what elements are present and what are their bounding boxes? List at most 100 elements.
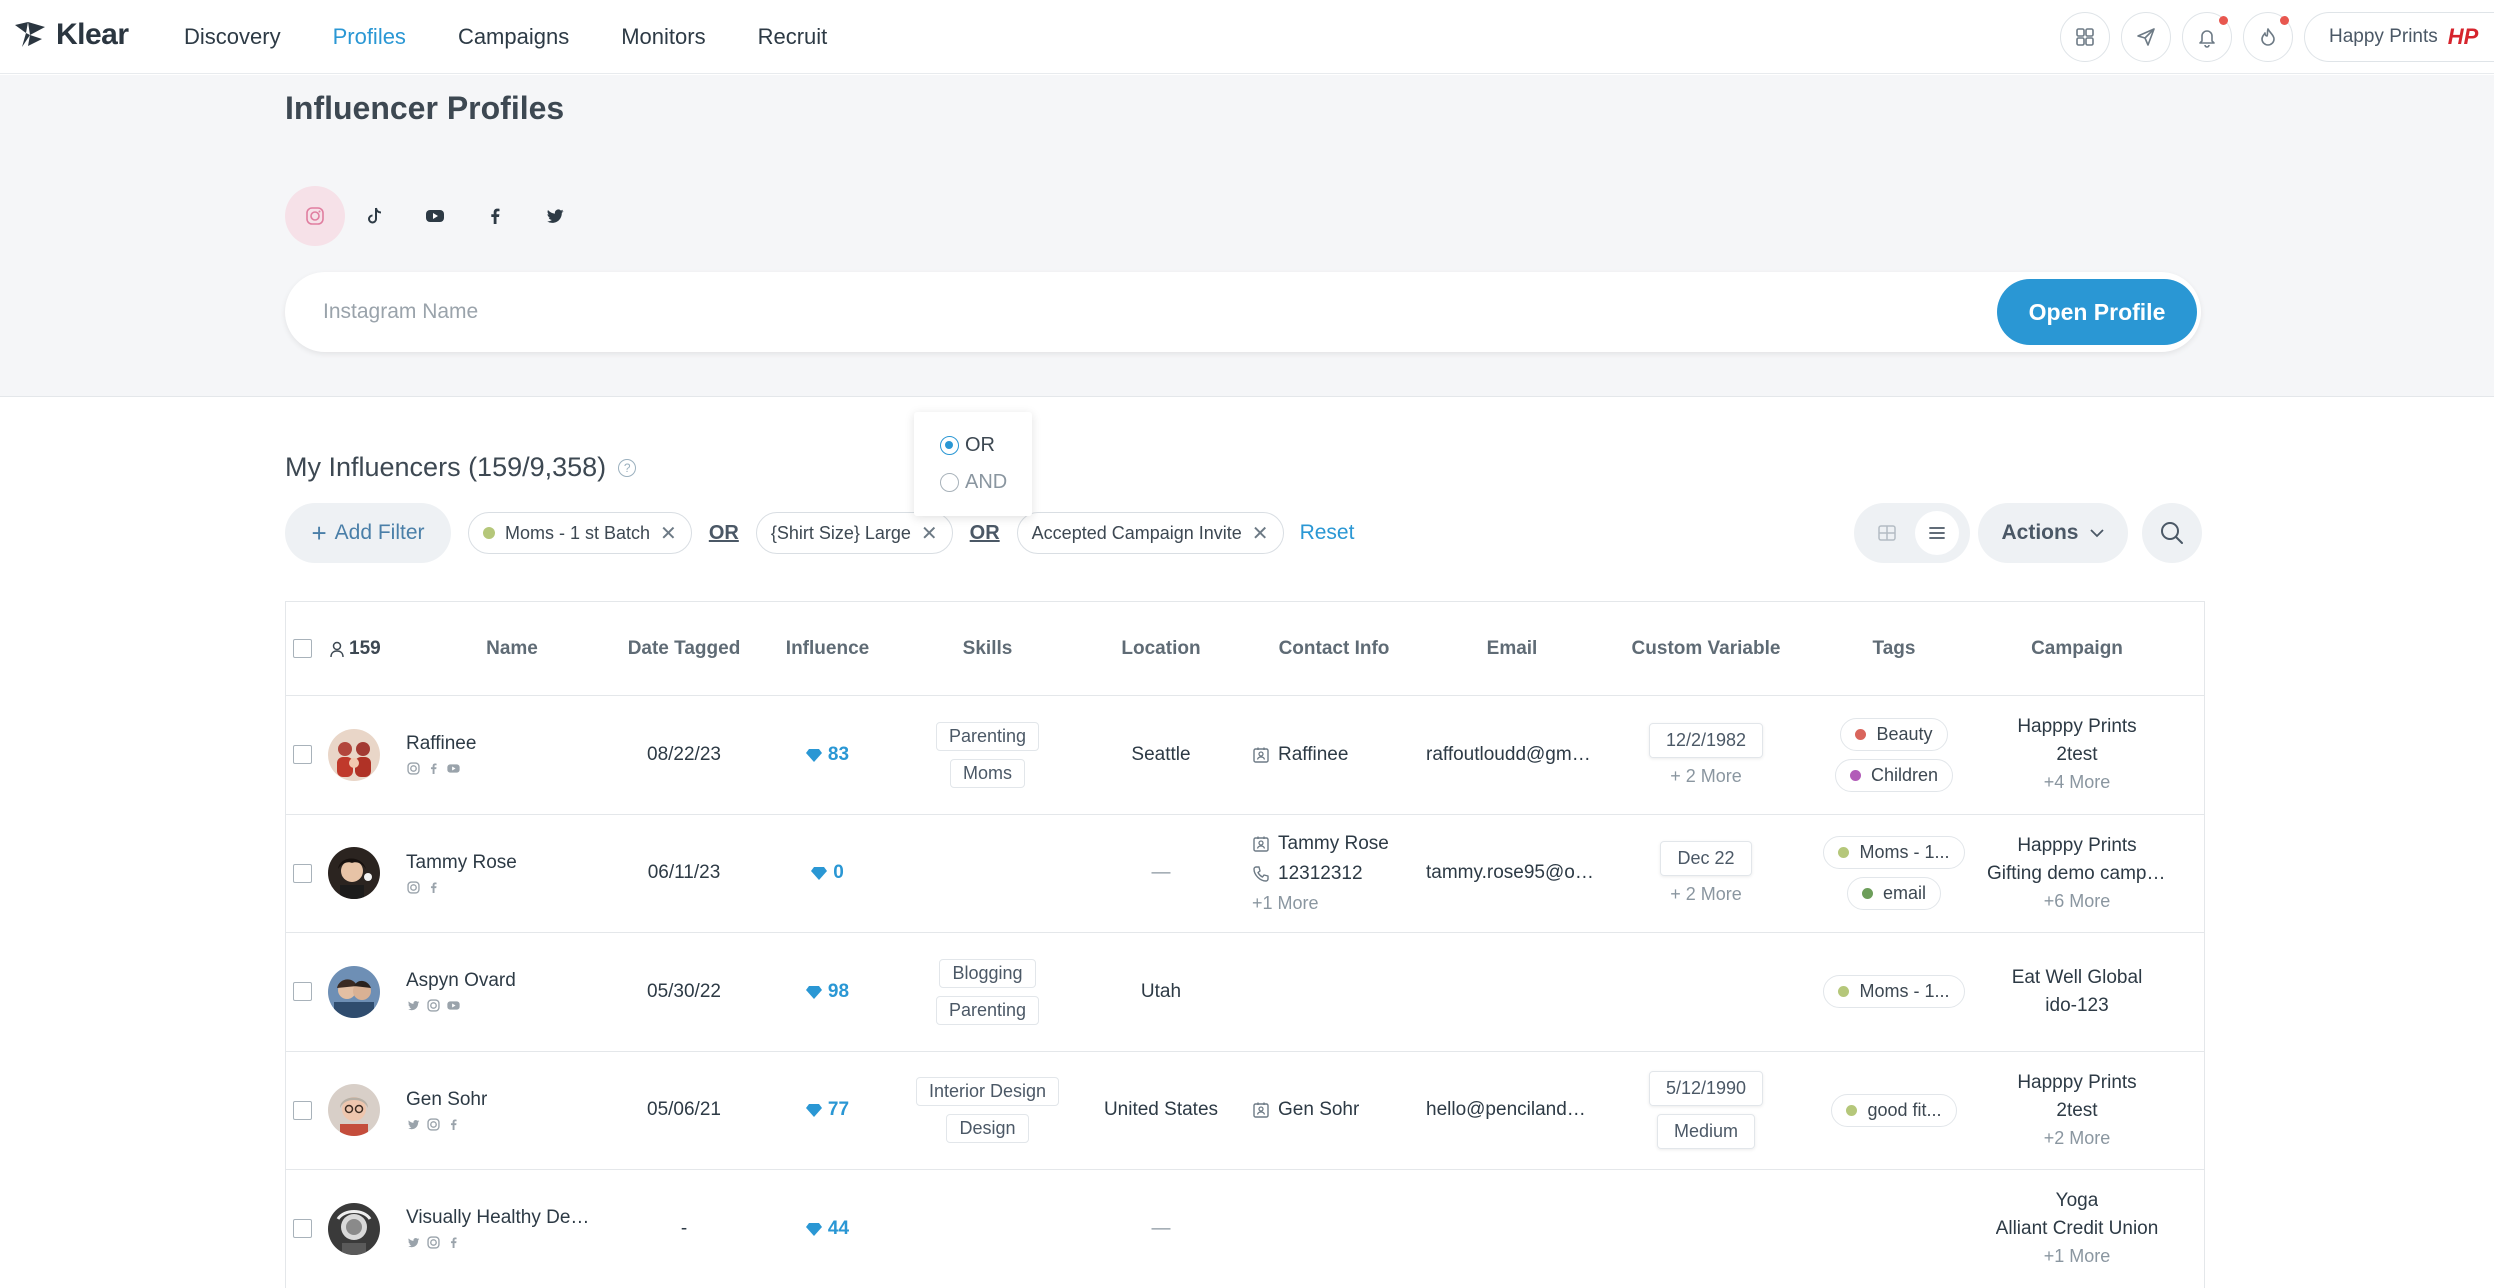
- open-profile-button[interactable]: Open Profile: [1997, 279, 2197, 345]
- campaign-name[interactable]: 2test: [2056, 744, 2097, 766]
- avatar[interactable]: [328, 1084, 380, 1137]
- table-row[interactable]: Visually Healthy Des... - 44 — Yoga Alli…: [286, 1170, 2204, 1288]
- select-all-cell: [286, 639, 318, 658]
- email[interactable]: hello@pencilandpa...: [1426, 1099, 1596, 1121]
- select-all-checkbox[interactable]: [292, 639, 312, 658]
- reset-filters-link[interactable]: Reset: [1300, 521, 1355, 545]
- tab-instagram[interactable]: [285, 186, 345, 246]
- email[interactable]: raffoutloudd@gma...: [1426, 744, 1596, 766]
- grid-view-button[interactable]: [1865, 511, 1909, 555]
- campaign-more[interactable]: +6 More: [2044, 891, 2111, 912]
- email[interactable]: tammy.rose95@ou...: [1426, 862, 1596, 884]
- column-header-name[interactable]: Name: [406, 638, 618, 660]
- influencer-name[interactable]: Raffinee: [406, 733, 476, 755]
- messages-button[interactable]: [2121, 12, 2171, 62]
- campaign-name[interactable]: Alliant Credit Union: [1996, 1218, 2159, 1240]
- row-checkbox[interactable]: [292, 1219, 312, 1239]
- filter-chip-shirt-size[interactable]: {Shirt Size} Large ✕: [755, 512, 953, 554]
- table-row[interactable]: Gen Sohr 05/06/21 77 Interior Design Des…: [286, 1052, 2204, 1170]
- row-checkbox[interactable]: [292, 1100, 312, 1120]
- column-header-contact[interactable]: Contact Info: [1252, 638, 1416, 660]
- column-header-tags[interactable]: Tags: [1804, 638, 1984, 660]
- apps-button[interactable]: [2060, 12, 2110, 62]
- contact-card-icon: [1253, 1102, 1269, 1118]
- campaign-name[interactable]: ido-123: [2045, 995, 2108, 1017]
- influencer-name[interactable]: Tammy Rose: [406, 852, 517, 874]
- nav-discovery[interactable]: Discovery: [184, 24, 281, 50]
- and-radio[interactable]: [940, 473, 959, 492]
- avatar[interactable]: [328, 1202, 380, 1255]
- notifications-button[interactable]: [2182, 12, 2232, 62]
- remove-filter-icon[interactable]: ✕: [660, 521, 677, 546]
- search-influencers-button[interactable]: [2142, 503, 2202, 563]
- tag-pill[interactable]: Children: [1834, 758, 1954, 792]
- logic-option-and[interactable]: AND: [940, 471, 1032, 494]
- column-header-campaign[interactable]: Campaign: [1984, 638, 2170, 660]
- table-row[interactable]: Tammy Rose 06/11/23 0 — Tammy Rose 12312…: [286, 815, 2204, 933]
- avatar[interactable]: [328, 847, 380, 900]
- column-header-location[interactable]: Location: [1070, 638, 1252, 660]
- table-row[interactable]: Raffinee 08/22/23 83 Parenting Moms Seat…: [286, 696, 2204, 815]
- row-checkbox[interactable]: [292, 982, 312, 1002]
- influencer-count: 159: [349, 637, 381, 659]
- campaign-name[interactable]: Happpy Prints: [2017, 716, 2136, 738]
- instagram-icon: [306, 207, 324, 225]
- row-checkbox[interactable]: [292, 745, 312, 765]
- campaign-name[interactable]: Eat Well Global: [2012, 967, 2143, 989]
- tab-facebook[interactable]: [465, 186, 525, 246]
- add-filter-button[interactable]: + Add Filter: [285, 503, 451, 563]
- influencer-name[interactable]: Visually Healthy Des...: [406, 1207, 591, 1229]
- filter-chip-moms-batch[interactable]: Moms - 1 st Batch ✕: [468, 512, 692, 554]
- campaign-more[interactable]: +4 More: [2044, 772, 2111, 793]
- remove-filter-icon[interactable]: ✕: [1252, 521, 1269, 546]
- send-icon: [2137, 28, 2155, 46]
- nav-profiles[interactable]: Profiles: [333, 24, 406, 50]
- nav-recruit[interactable]: Recruit: [758, 24, 828, 50]
- custom-variable-more[interactable]: + 2 More: [1670, 884, 1742, 905]
- tag-pill[interactable]: good fit...: [1831, 1093, 1957, 1127]
- campaign-name[interactable]: Happpy Prints: [2017, 835, 2136, 857]
- campaign-more[interactable]: +2 More: [2044, 1128, 2111, 1149]
- whats-new-button[interactable]: [2243, 12, 2293, 62]
- tag-pill[interactable]: Moms - 1...: [1823, 836, 1965, 870]
- column-header-influence[interactable]: Influence: [750, 638, 905, 660]
- column-header-skills[interactable]: Skills: [905, 638, 1070, 660]
- influencer-name[interactable]: Gen Sohr: [406, 1089, 487, 1111]
- campaign-name[interactable]: 2test: [2056, 1100, 2097, 1122]
- tab-tiktok[interactable]: [345, 186, 405, 246]
- filter-operator-toggle[interactable]: OR: [709, 522, 739, 545]
- nav-monitors[interactable]: Monitors: [621, 24, 705, 50]
- logic-option-or[interactable]: OR: [940, 434, 1032, 457]
- tab-twitter[interactable]: [525, 186, 585, 246]
- campaign-more[interactable]: +1 More: [2044, 1246, 2111, 1267]
- account-switcher[interactable]: Happy Prints HP: [2304, 12, 2494, 62]
- remove-filter-icon[interactable]: ✕: [921, 521, 938, 546]
- campaign-name[interactable]: Gifting demo campa...: [1987, 863, 2167, 885]
- custom-variable-more[interactable]: + 2 More: [1670, 766, 1742, 787]
- tag-pill[interactable]: Moms - 1...: [1823, 975, 1965, 1009]
- campaign-name[interactable]: Happpy Prints: [2017, 1072, 2136, 1094]
- actions-dropdown[interactable]: Actions: [1978, 503, 2128, 563]
- tag-pill[interactable]: Beauty: [1840, 717, 1948, 751]
- help-icon[interactable]: ?: [618, 458, 637, 477]
- nav-campaigns[interactable]: Campaigns: [458, 24, 569, 50]
- table-row[interactable]: Aspyn Ovard 05/30/22 98 Blogging Parenti…: [286, 933, 2204, 1052]
- avatar-image: [328, 965, 380, 1018]
- or-radio[interactable]: [940, 436, 959, 455]
- avatar[interactable]: [328, 728, 380, 781]
- column-header-email[interactable]: Email: [1416, 638, 1608, 660]
- list-view-button[interactable]: [1915, 511, 1959, 555]
- row-checkbox[interactable]: [292, 863, 312, 883]
- filter-chip-accepted-invite[interactable]: Accepted Campaign Invite ✕: [1016, 512, 1284, 554]
- contact-more[interactable]: +1 More: [1252, 893, 1319, 914]
- influencer-name[interactable]: Aspyn Ovard: [406, 970, 516, 992]
- tab-youtube[interactable]: [405, 186, 465, 246]
- column-header-date[interactable]: Date Tagged: [618, 638, 750, 660]
- avatar[interactable]: [328, 965, 380, 1018]
- klear-logo[interactable]: Klear: [12, 18, 129, 52]
- campaign-name[interactable]: Yoga: [2056, 1190, 2099, 1212]
- tag-pill[interactable]: email: [1846, 877, 1941, 911]
- column-header-custom[interactable]: Custom Variable: [1608, 638, 1804, 660]
- filter-operator-toggle[interactable]: OR: [970, 522, 1000, 545]
- instagram-name-input[interactable]: [323, 300, 1823, 324]
